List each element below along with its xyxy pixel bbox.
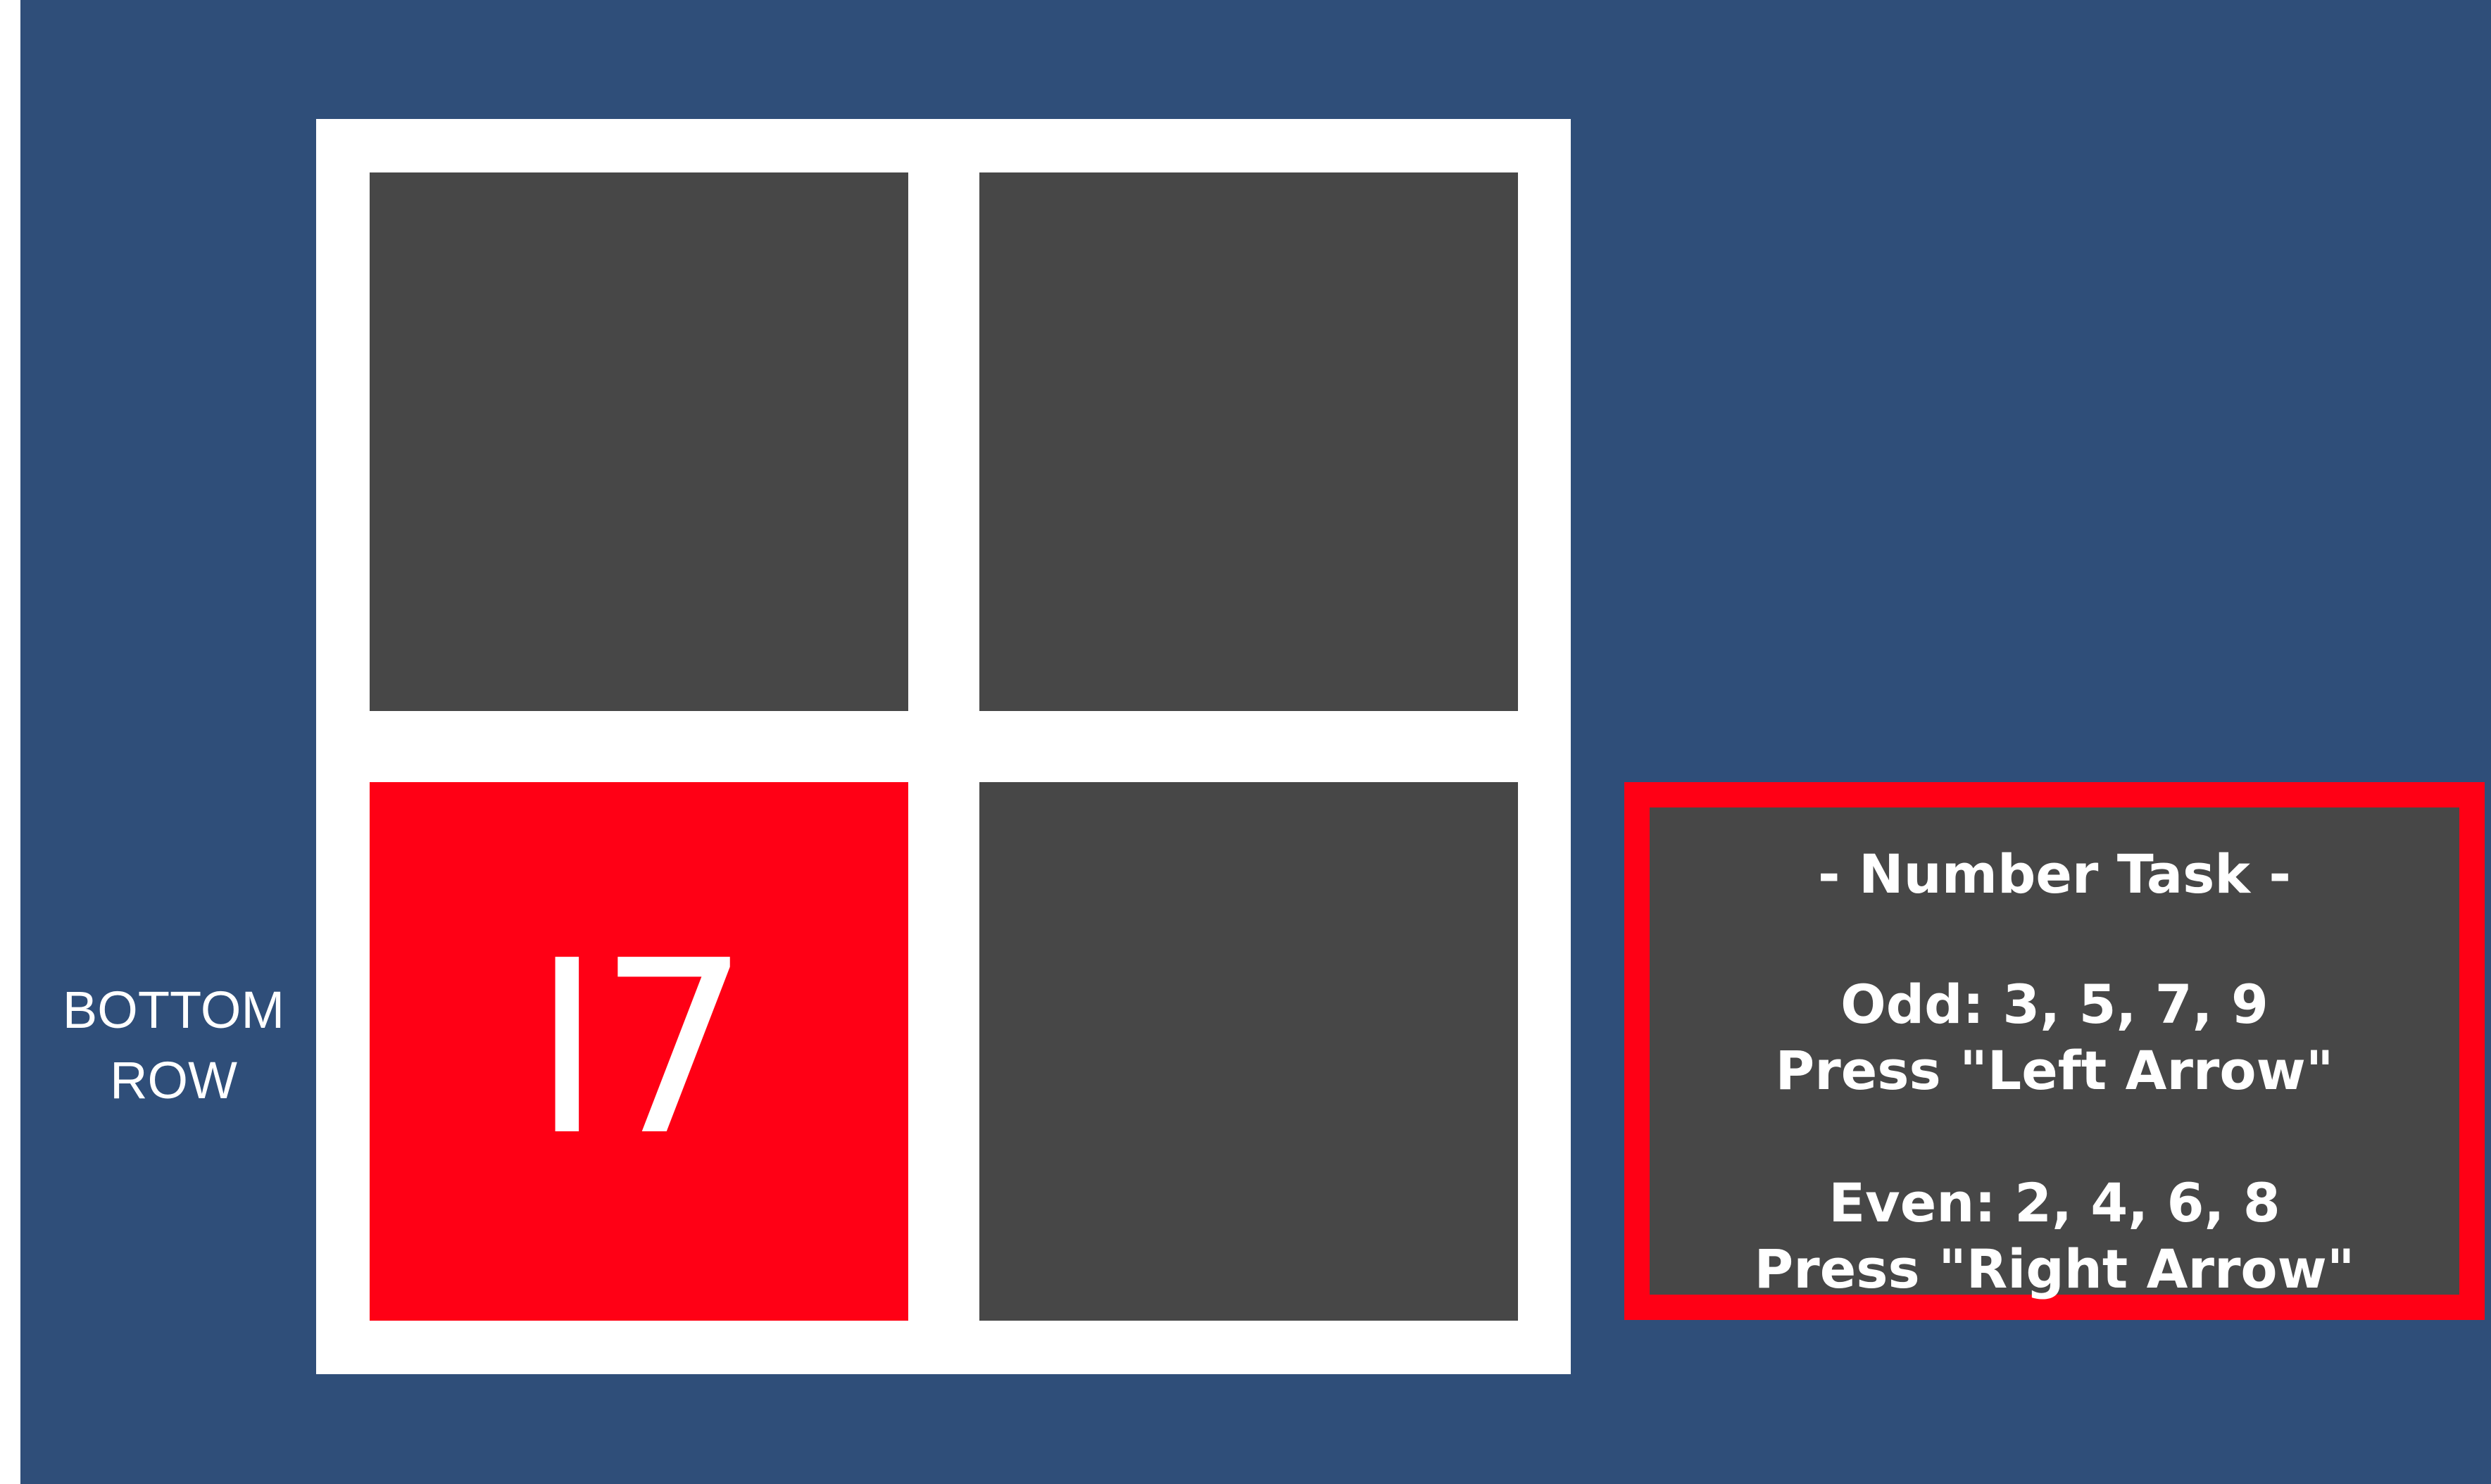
- odd-instruction: Odd: 3, 5, 7, 9 Press "Left Arrow": [1650, 971, 2459, 1104]
- odd-action: Press "Left Arrow": [1775, 1039, 2334, 1102]
- grid-cell-bottom-left: I7: [370, 782, 908, 1321]
- task-title: - Number Task -: [1818, 843, 2291, 905]
- row-label-line2: ROW: [110, 1051, 237, 1109]
- even-action: Press "Right Arrow": [1754, 1238, 2355, 1300]
- grid-cell-bottom-right: [979, 782, 1518, 1321]
- even-rule: Even: 2, 4, 6, 8: [1828, 1171, 2280, 1234]
- even-instruction: Even: 2, 4, 6, 8 Press "Right Arrow": [1650, 1170, 2459, 1302]
- odd-rule: Odd: 3, 5, 7, 9: [1840, 973, 2269, 1036]
- task-instructions-panel: - Number Task - Odd: 3, 5, 7, 9 Press "L…: [1624, 782, 2485, 1320]
- row-label: BOTTOM ROW: [42, 975, 306, 1116]
- cell-value: I7: [532, 909, 751, 1188]
- grid-frame: I7: [316, 119, 1571, 1374]
- game-stage: BOTTOM ROW I7 - Number Task - Odd: 3, 5,…: [20, 0, 2491, 1484]
- grid-cell-top-left: [370, 172, 908, 711]
- grid-cell-top-right: [979, 172, 1518, 711]
- row-label-line1: BOTTOM: [62, 981, 285, 1039]
